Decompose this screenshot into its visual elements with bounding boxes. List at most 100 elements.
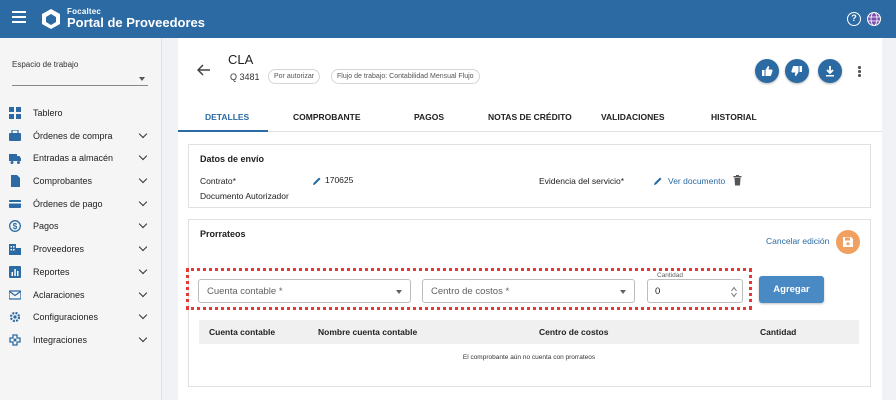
view-document-link[interactable]: Ver documento — [668, 176, 725, 186]
add-button[interactable]: Agregar — [759, 276, 824, 303]
sidebar-item-label: Entradas a almacén — [33, 153, 114, 164]
quantity-input[interactable]: 0 — [647, 279, 743, 303]
tab-comprobante[interactable]: COMPROBANTE — [293, 112, 361, 122]
mail-icon — [9, 289, 21, 300]
building-icon — [9, 244, 21, 256]
chevron-down-icon[interactable] — [138, 152, 148, 161]
authorized-doc-label: Documento Autorizador — [200, 191, 289, 201]
save-button[interactable] — [836, 230, 860, 254]
chevron-down-icon[interactable] — [138, 220, 148, 229]
brand-title: Portal de Proveedores — [67, 15, 205, 30]
more-options-icon[interactable] — [858, 66, 862, 78]
tab-detalles[interactable]: DETALLES — [205, 112, 249, 122]
chevron-down-icon[interactable] — [138, 129, 148, 138]
sidebar-item-building[interactable]: Proveedores — [0, 238, 162, 261]
chevron-down-icon[interactable] — [138, 197, 148, 206]
edit-contract-icon[interactable] — [312, 176, 322, 186]
edit-evidence-icon[interactable] — [653, 176, 663, 186]
chevron-down-icon[interactable] — [138, 333, 148, 343]
empty-table-message: El comprobante aún no cuenta con prorrat… — [462, 354, 596, 361]
approve-button[interactable] — [755, 59, 779, 83]
cost-center-placeholder: Centro de costos * — [431, 286, 510, 297]
contract-label: Contrato* — [200, 176, 236, 186]
workspace-select[interactable] — [12, 72, 148, 86]
sidebar: Espacio de trabajo Tablero Órdenes de com… — [0, 38, 162, 400]
globe-icon[interactable] — [866, 11, 882, 27]
contract-value: 170625 — [325, 175, 354, 185]
back-arrow-icon[interactable] — [197, 64, 211, 76]
sidebar-item-card[interactable]: Órdenes de pago — [0, 193, 162, 216]
sidebar-item-mail[interactable]: Aclaraciones — [0, 284, 162, 307]
reject-button[interactable] — [785, 59, 809, 83]
column-header: Nombre cuenta contable — [318, 327, 418, 337]
gear-icon — [9, 312, 21, 323]
column-header: Cantidad — [760, 327, 797, 337]
top-app-bar: Focaltec Portal de Proveedores ? — [0, 0, 896, 38]
sidebar-item-label: Integraciones — [33, 334, 88, 345]
dollar-icon: $ — [9, 220, 21, 233]
sidebar-item-dollar[interactable]: $ Pagos — [0, 215, 162, 238]
sidebar-item-report[interactable]: Reportes — [0, 261, 162, 284]
cost-center-select[interactable]: Centro de costos * — [422, 279, 635, 303]
sidebar-item-label: Configuraciones — [33, 312, 99, 323]
tab-validaciones[interactable]: VALIDACIONES — [601, 112, 665, 122]
active-tab-indicator — [178, 130, 268, 132]
shipping-title: Datos de envío — [200, 154, 265, 164]
sidebar-item-label: Pagos — [33, 221, 59, 232]
sidebar-item-gear[interactable]: Configuraciones — [0, 306, 162, 329]
prorrateos-panel: Prorrateos Cancelar edición Cuenta conta… — [186, 219, 871, 387]
prorrateos-title: Prorrateos — [200, 229, 246, 239]
sidebar-item-label: Proveedores — [33, 244, 85, 255]
shipping-panel: Datos de envío Contrato* Documento Autor… — [188, 144, 871, 208]
thumbs-down-icon — [791, 66, 802, 76]
download-icon — [826, 66, 834, 77]
truck-icon — [9, 154, 21, 165]
sidebar-item-label: Reportes — [33, 266, 70, 277]
sidebar-item-cart[interactable]: Órdenes de compra — [0, 125, 162, 148]
menu-icon[interactable] — [12, 11, 26, 25]
svg-text:$: $ — [13, 222, 18, 231]
quantity-label: Cantidad — [655, 272, 686, 279]
trash-icon[interactable] — [733, 175, 742, 186]
chevron-down-icon[interactable] — [138, 265, 148, 275]
document-id: Q 3481 — [230, 72, 260, 82]
sidebar-item-integration[interactable]: Integraciones — [0, 329, 162, 352]
sidebar-item-label: Órdenes de pago — [33, 198, 103, 209]
sidebar-item-truck[interactable]: Entradas a almacén — [0, 147, 162, 170]
tab-notas-de-cr-dito[interactable]: NOTAS DE CRÉDITO — [488, 112, 572, 122]
chevron-down-icon[interactable] — [138, 310, 148, 320]
cart-icon — [9, 129, 21, 141]
chevron-down-icon[interactable] — [138, 242, 148, 252]
thumbs-up-icon — [762, 66, 773, 76]
chevron-down-icon[interactable] — [138, 288, 148, 297]
stepper-icon[interactable] — [731, 286, 737, 298]
workspace-label: Espacio de trabajo — [12, 60, 79, 69]
report-icon — [9, 265, 21, 278]
help-icon[interactable]: ? — [847, 12, 861, 26]
status-chip: Por autorizar — [268, 69, 321, 84]
tab-bar: DETALLES COMPROBANTE PAGOS NOTAS DE CRÉDITO… — [178, 102, 882, 132]
tab-pagos[interactable]: PAGOS — [414, 112, 444, 122]
account-select[interactable]: Cuenta contable * — [198, 279, 411, 303]
logo-icon — [42, 9, 60, 29]
document-icon — [11, 175, 20, 188]
sidebar-item-label: Órdenes de compra — [33, 130, 113, 141]
caret-down-icon — [396, 290, 402, 294]
sidebar-item-document[interactable]: Comprobantes — [0, 170, 162, 193]
workflow-chip: Flujo de trabajo: Contabilidad Mensual F… — [331, 69, 480, 84]
integration-icon — [9, 334, 21, 346]
document-detail-card: CLA Q 3481 Por autorizar Flujo de trabaj… — [178, 38, 882, 400]
sidebar-nav: Tablero Órdenes de compra Entradas a almac… — [0, 102, 162, 352]
caret-down-icon — [139, 77, 145, 81]
cancel-edit-link[interactable]: Cancelar edición — [766, 236, 829, 246]
tab-historial[interactable]: HISTORIAL — [711, 112, 757, 122]
evidence-label: Evidencia del servicio* — [539, 176, 625, 186]
card-icon — [9, 199, 21, 208]
caret-down-icon — [620, 290, 626, 294]
sidebar-item-label: Comprobantes — [33, 176, 93, 187]
save-icon — [843, 237, 853, 247]
document-title: CLA — [228, 52, 254, 67]
download-button[interactable] — [818, 59, 842, 83]
chevron-down-icon[interactable] — [138, 174, 148, 184]
sidebar-item-dashboard[interactable]: Tablero — [0, 102, 162, 125]
